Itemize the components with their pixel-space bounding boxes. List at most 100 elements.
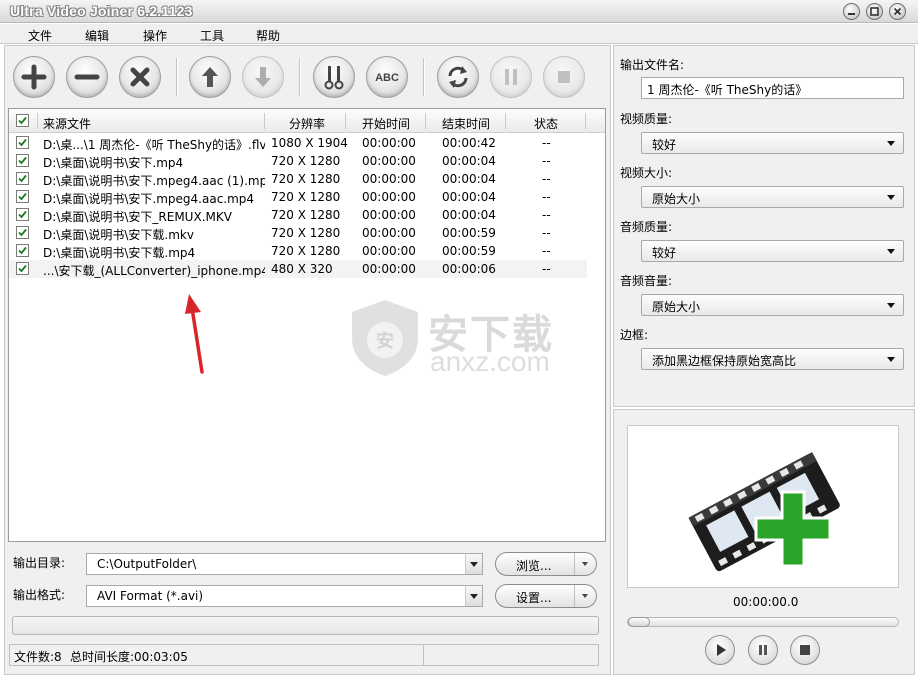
table-row[interactable]: D:\桌面\说明书\安下.mp4 720 X 1280 00:00:00 00:00:… — [9, 152, 605, 170]
stop-button[interactable] — [543, 56, 585, 98]
cell-start: 00:00:00 — [362, 172, 416, 186]
remove-button[interactable] — [66, 56, 108, 98]
cell-end: 00:00:42 — [442, 136, 496, 150]
select-all-checkbox[interactable] — [16, 114, 29, 127]
cell-start: 00:00:00 — [362, 136, 416, 150]
checkmark-icon — [18, 156, 27, 165]
slider-thumb[interactable] — [628, 617, 650, 627]
cell-source: ...\安下载_(ALLConverter)_iphone.mp4 — [43, 264, 265, 278]
cut-icon — [324, 66, 344, 90]
rename-icon: ABC — [375, 72, 399, 84]
settings-label: 设置... — [516, 591, 552, 605]
checkmark-icon — [18, 174, 27, 183]
browse-label: 浏览... — [516, 559, 552, 573]
output-dir-value: C:\OutputFolder\ — [97, 557, 197, 571]
maximize-button[interactable] — [866, 3, 883, 20]
menu-help[interactable]: 帮助 — [256, 27, 280, 44]
cell-status: -- — [542, 208, 551, 222]
cell-source: D:\桌面\说明书\安下.mpeg4.aac.mp4 — [43, 192, 255, 206]
header-source[interactable]: 来源文件 — [43, 115, 91, 132]
status-total-duration: 总时间长度:00:03:05 — [70, 650, 188, 664]
menu-action[interactable]: 操作 — [143, 27, 167, 44]
output-dir-combo[interactable]: C:\OutputFolder\ — [86, 553, 483, 575]
clear-button[interactable] — [119, 56, 161, 98]
header-resolution[interactable]: 分辨率 — [289, 115, 325, 132]
checkmark-icon — [18, 192, 27, 201]
move-up-button[interactable] — [189, 56, 231, 98]
watermark-shield-text: 安 — [376, 330, 394, 352]
row-checkbox[interactable] — [16, 208, 29, 221]
cell-status: -- — [542, 172, 551, 186]
cell-resolution: 720 X 1280 — [271, 208, 341, 222]
row-checkbox[interactable] — [16, 172, 29, 185]
audio-volume-value: 原始大小 — [652, 300, 701, 314]
header-status[interactable]: 状态 — [534, 115, 558, 132]
border-select[interactable]: 添加黑边框保持原始宽高比 — [641, 348, 904, 370]
table-row[interactable]: D:\桌面\说明书\安下.mpeg4.aac (1).mp4 720 X 1280… — [9, 170, 605, 188]
header-separator — [37, 113, 38, 129]
output-filename-value: 1 周杰伦-《听 TheShy的话》 — [647, 83, 808, 97]
browse-button[interactable]: 浏览... — [495, 552, 597, 576]
audio-volume-select[interactable]: 原始大小 — [641, 294, 904, 316]
add-button[interactable] — [13, 56, 55, 98]
cell-status: -- — [542, 190, 551, 204]
row-checkbox[interactable] — [16, 154, 29, 167]
chevron-down-icon[interactable] — [574, 585, 596, 607]
minimize-button[interactable] — [843, 3, 860, 20]
cell-end: 00:00:04 — [442, 208, 496, 222]
cell-end: 00:00:06 — [442, 262, 496, 276]
close-button[interactable] — [889, 3, 906, 20]
table-row[interactable]: D:\桌面\说明书\安下载.mkv 720 X 1280 00:00:00 00:00… — [9, 224, 605, 242]
checkmark-icon — [18, 228, 27, 237]
table-row[interactable]: D:\桌面\说明书\安下载.mp4 720 X 1280 00:00:00 00:00… — [9, 242, 605, 260]
row-checkbox[interactable] — [16, 262, 29, 275]
table-row[interactable]: D:\桌面\说明书\安下.mpeg4.aac.mp4 720 X 1280 00:0… — [9, 188, 605, 206]
row-checkbox[interactable] — [16, 226, 29, 239]
menu-edit[interactable]: 编辑 — [85, 27, 109, 44]
video-size-select[interactable]: 原始大小 — [641, 186, 904, 208]
output-format-value: AVI Format (*.avi) — [97, 589, 204, 603]
cell-start: 00:00:00 — [362, 208, 416, 222]
cell-source: D:\桌面\说明书\安下_REMUX.MKV — [43, 210, 232, 224]
border-value: 添加黑边框保持原始宽高比 — [652, 354, 797, 368]
audio-quality-select[interactable]: 较好 — [641, 240, 904, 262]
chevron-down-icon[interactable] — [574, 553, 596, 575]
preview-seek-slider[interactable] — [627, 617, 899, 627]
table-row[interactable]: D:\桌面\说明书\安下_REMUX.MKV 720 X 1280 00:00:00… — [9, 206, 605, 224]
play-button[interactable] — [705, 635, 735, 665]
row-checkbox[interactable] — [16, 190, 29, 203]
header-separator — [264, 113, 265, 129]
output-filename-label: 输出文件名: — [620, 58, 685, 72]
chevron-down-icon[interactable] — [465, 554, 482, 574]
rename-button[interactable]: ABC — [366, 56, 408, 98]
output-format-combo[interactable]: AVI Format (*.avi) — [86, 585, 483, 607]
cut-button[interactable] — [313, 56, 355, 98]
chevron-down-icon[interactable] — [465, 586, 482, 606]
menu-file[interactable]: 文件 — [28, 27, 52, 44]
video-quality-select[interactable]: 较好 — [641, 132, 904, 154]
preview-pause-button[interactable] — [748, 635, 778, 665]
checkmark-icon — [18, 138, 27, 147]
clear-icon — [130, 67, 150, 87]
header-end-time[interactable]: 结束时间 — [442, 115, 490, 132]
row-checkbox[interactable] — [16, 244, 29, 257]
preview-stop-button[interactable] — [790, 635, 820, 665]
cell-resolution: 720 X 1280 — [271, 244, 341, 258]
output-filename-input[interactable]: 1 周杰伦-《听 TheShy的话》 — [641, 77, 904, 99]
pause-button[interactable] — [490, 56, 532, 98]
move-down-button[interactable] — [242, 56, 284, 98]
row-checkbox[interactable] — [16, 136, 29, 149]
table-row[interactable]: ...\安下载_(ALLConverter)_iphone.mp4 480 X 3… — [9, 260, 587, 278]
settings-button[interactable]: 设置... — [495, 584, 597, 608]
cell-start: 00:00:00 — [362, 190, 416, 204]
output-dir-label: 输出目录: — [13, 556, 66, 570]
minimize-icon — [848, 13, 855, 15]
film-add-icon — [688, 452, 840, 572]
convert-button[interactable] — [437, 56, 479, 98]
header-start-time[interactable]: 开始时间 — [362, 115, 410, 132]
add-icon — [21, 64, 47, 90]
cell-status: -- — [542, 244, 551, 258]
stop-icon — [558, 71, 570, 83]
menu-tools[interactable]: 工具 — [200, 27, 224, 44]
table-row[interactable]: D:\桌...\1 周杰伦-《听 TheShy的话》.flv 1080 X 190… — [9, 134, 605, 152]
